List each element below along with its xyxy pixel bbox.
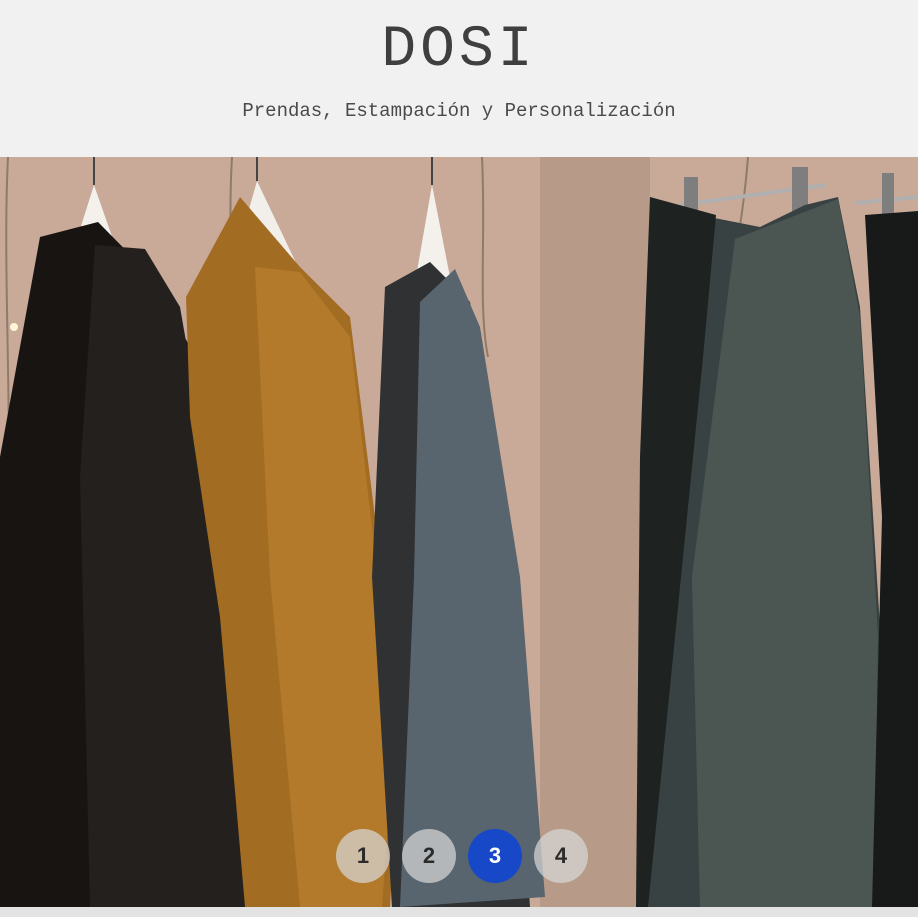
hero-slide-image: [0, 157, 918, 907]
brand-tagline: Prendas, Estampación y Personalización: [242, 100, 676, 122]
slide-dot-1[interactable]: 1: [336, 829, 390, 883]
bottom-divider: [0, 907, 918, 917]
slide-dot-2[interactable]: 2: [402, 829, 456, 883]
site-header: DOSI Prendas, Estampación y Personalizac…: [0, 0, 918, 157]
hero-slider: 1 2 3 4: [0, 157, 918, 907]
slider-pagination: 1 2 3 4: [336, 829, 588, 883]
brand-title[interactable]: DOSI: [0, 18, 918, 84]
slide-dot-3[interactable]: 3: [468, 829, 522, 883]
slide-dot-4[interactable]: 4: [534, 829, 588, 883]
